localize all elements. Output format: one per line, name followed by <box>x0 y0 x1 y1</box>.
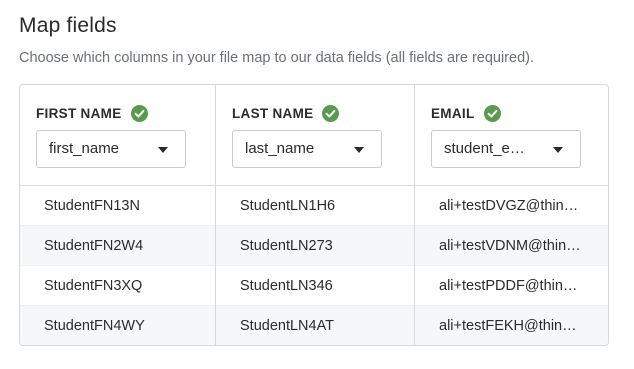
chevron-down-icon <box>158 147 168 153</box>
column-rows: StudentLN1H6 StudentLN273 StudentLN346 S… <box>216 186 414 345</box>
table-cell: StudentFN3XQ <box>20 266 215 306</box>
table-cell: StudentFN2W4 <box>20 226 215 266</box>
select-value: first_name <box>49 140 120 157</box>
column-last-name: LAST NAME last_name StudentLN1H6 Student… <box>216 85 415 345</box>
column-email: EMAIL student_e… ali+testDVGZ@thin… ali+… <box>415 85 608 345</box>
column-first-name: FIRST NAME first_name StudentFN13N Stude… <box>20 85 216 345</box>
check-circle-icon <box>483 105 501 122</box>
table-cell: ali+testPDDF@thin… <box>415 266 608 306</box>
page-subtitle: Choose which columns in your file map to… <box>19 50 534 66</box>
column-rows: StudentFN13N StudentFN2W4 StudentFN3XQ S… <box>20 186 215 345</box>
column-rows: ali+testDVGZ@thin… ali+testVDNM@thin… al… <box>415 186 608 345</box>
table-cell: StudentFN13N <box>20 186 215 226</box>
field-select-last-name[interactable]: last_name <box>232 130 382 168</box>
column-label-text: FIRST NAME <box>36 106 122 121</box>
column-label: FIRST NAME <box>36 105 148 122</box>
column-label-text: LAST NAME <box>232 106 314 121</box>
check-circle-icon <box>322 105 340 122</box>
field-mapping-table: FIRST NAME first_name StudentFN13N Stude… <box>19 84 609 346</box>
map-fields-panel: Map fields Choose which columns in your … <box>0 0 634 369</box>
table-cell: ali+testDVGZ@thin… <box>415 186 608 226</box>
column-header: FIRST NAME first_name <box>20 85 215 186</box>
table-cell: StudentLN1H6 <box>216 186 414 226</box>
table-cell: StudentLN4AT <box>216 306 414 345</box>
chevron-down-icon <box>354 147 364 153</box>
select-value: student_e… <box>444 140 525 157</box>
column-label-text: EMAIL <box>431 106 475 121</box>
page-title: Map fields <box>19 14 117 37</box>
column-header: EMAIL student_e… <box>415 85 608 186</box>
table-cell: ali+testVDNM@thin… <box>415 226 608 266</box>
field-select-first-name[interactable]: first_name <box>36 130 186 168</box>
table-cell: StudentLN346 <box>216 266 414 306</box>
chevron-down-icon <box>553 147 563 153</box>
column-header: LAST NAME last_name <box>216 85 414 186</box>
check-circle-icon <box>130 105 148 122</box>
column-label: LAST NAME <box>232 105 340 122</box>
table-cell: StudentLN273 <box>216 226 414 266</box>
table-cell: StudentFN4WY <box>20 306 215 345</box>
select-value: last_name <box>245 140 315 157</box>
field-select-email[interactable]: student_e… <box>431 130 581 168</box>
table-cell: ali+testFEKH@thin… <box>415 306 608 345</box>
column-label: EMAIL <box>431 105 501 122</box>
